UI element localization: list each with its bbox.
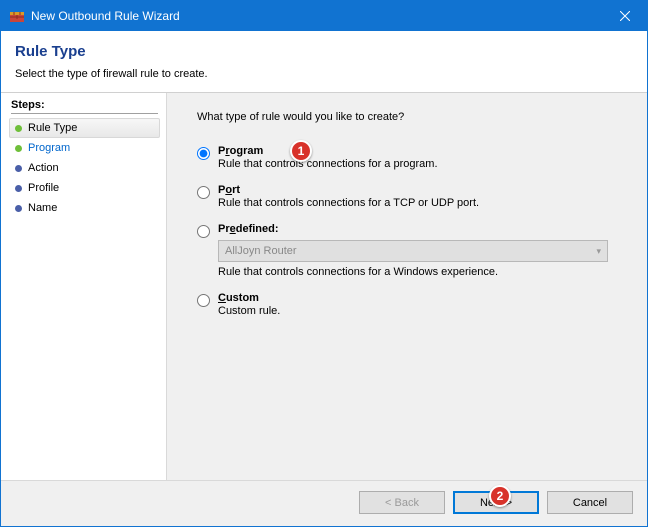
step-bullet-icon <box>15 145 22 152</box>
radio-port[interactable] <box>197 186 210 199</box>
option-predefined: Predefined: AllJoyn Router ▾ Rule that cont… <box>197 223 629 278</box>
steps-panel: Steps: Rule Type Program Action Profile Name <box>1 93 166 480</box>
predefined-select: AllJoyn Router ▾ <box>218 240 608 262</box>
radio-custom[interactable] <box>197 294 210 307</box>
option-program: ProgramRule that controls connections fo… <box>197 145 629 170</box>
back-button[interactable]: < Back <box>359 491 445 514</box>
option-desc-predefined: Rule that controls connections for a Win… <box>218 266 629 278</box>
step-profile: Profile <box>11 178 158 198</box>
wizard-header: Rule Type Select the type of firewall ru… <box>1 31 647 93</box>
close-button[interactable] <box>602 1 647 31</box>
firewall-icon <box>9 8 25 24</box>
option-label-port[interactable]: Port <box>218 184 629 196</box>
step-bullet-icon <box>15 165 22 172</box>
option-desc-port: Rule that controls connections for a TCP… <box>218 197 629 209</box>
cancel-button[interactable]: Cancel <box>547 491 633 514</box>
option-label-program[interactable]: Program <box>218 145 629 157</box>
step-program[interactable]: Program <box>11 138 158 158</box>
step-label: Name <box>28 202 57 214</box>
step-bullet-icon <box>15 125 22 132</box>
option-desc-custom: Custom rule. <box>218 305 629 317</box>
radio-program[interactable] <box>197 147 210 160</box>
step-label: Rule Type <box>28 122 77 134</box>
window-title: New Outbound Rule Wizard <box>31 9 602 23</box>
wizard-window: New Outbound Rule Wizard Rule Type Selec… <box>0 0 648 527</box>
annotation-badge-2: 2 <box>489 485 511 507</box>
radio-predefined[interactable] <box>197 225 210 238</box>
page-title: Rule Type <box>15 43 633 60</box>
page-subtitle: Select the type of firewall rule to crea… <box>15 68 633 80</box>
prompt-text: What type of rule would you like to crea… <box>197 111 629 123</box>
step-label: Action <box>28 162 59 174</box>
step-bullet-icon <box>15 185 22 192</box>
step-rule-type: Rule Type <box>9 118 160 138</box>
steps-heading: Steps: <box>11 99 158 114</box>
step-action: Action <box>11 158 158 178</box>
titlebar: New Outbound Rule Wizard <box>1 1 647 31</box>
step-bullet-icon <box>15 205 22 212</box>
option-label-predefined[interactable]: Predefined: <box>218 223 629 235</box>
option-desc-program: Rule that controls connections for a pro… <box>218 158 629 170</box>
chevron-down-icon: ▾ <box>596 246 601 257</box>
content-panel: What type of rule would you like to crea… <box>166 93 647 480</box>
footer: < Back Next > Cancel 2 <box>1 480 647 526</box>
option-label-custom[interactable]: Custom <box>218 292 629 304</box>
step-name: Name <box>11 198 158 218</box>
option-custom: CustomCustom rule. <box>197 292 629 317</box>
predefined-select-value: AllJoyn Router <box>225 245 297 257</box>
option-port: PortRule that controls connections for a… <box>197 184 629 209</box>
step-label: Profile <box>28 182 59 194</box>
step-label: Program <box>28 142 70 154</box>
annotation-badge-1: 1 <box>290 140 312 162</box>
